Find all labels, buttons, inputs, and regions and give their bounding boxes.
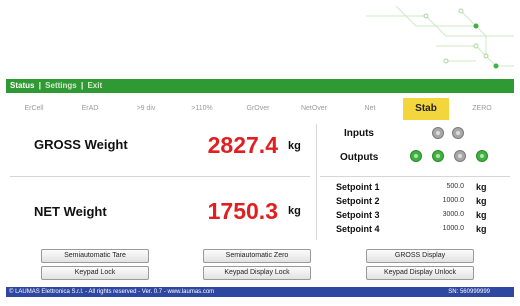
indicator-stab: Stab	[403, 98, 449, 120]
footer-copyright: © LAUMAS Elettronica S.r.l. - All rights…	[9, 289, 215, 295]
input-led-2	[452, 127, 464, 139]
footer-bar: © LAUMAS Elettronica S.r.l. - All rights…	[6, 287, 514, 297]
nav-exit-link[interactable]: Exit	[87, 81, 102, 90]
net-weight-value: 1750.3	[207, 198, 278, 224]
panel-divider	[320, 176, 510, 177]
net-weight-unit: kg	[288, 205, 301, 217]
output-led-2	[432, 150, 444, 162]
inputs-label: Inputs	[344, 128, 374, 139]
nav-separator: |	[80, 81, 84, 90]
indicator-ercell: ErCell	[24, 105, 44, 112]
gross-weight-value: 2827.4	[207, 132, 278, 158]
semiautomatic-tare-button[interactable]: Semiautomatic Tare	[41, 249, 149, 263]
indicator-grover: GrOver	[246, 105, 270, 112]
setpoint-name: Setpoint 4	[336, 224, 380, 234]
panel-divider	[10, 176, 310, 177]
main-panel: GROSS Weight 2827.4 kg NET Weight 1750.3…	[6, 124, 514, 242]
gross-display-button[interactable]: GROSS Display	[366, 249, 474, 263]
setpoint-unit: kg	[476, 196, 487, 206]
output-led-3	[454, 150, 466, 162]
setpoint-unit: kg	[476, 224, 487, 234]
indicator-zero: ZERO	[472, 105, 492, 112]
indicator-110pct: >110%	[191, 105, 213, 112]
setpoint-value: 500.0	[446, 183, 464, 190]
setpoint-value: 1000.0	[442, 197, 464, 204]
panel-divider	[316, 124, 317, 240]
indicator-erad: ErAD	[81, 105, 99, 112]
setpoint-row-2: Setpoint 2 1000.0 kg	[336, 196, 506, 209]
setpoint-name: Setpoint 3	[336, 210, 380, 220]
footer-serial-number: SN: 560999999	[448, 289, 490, 295]
status-indicator-row: ErCell ErAD >9 div >110% GrOver NetOver …	[6, 98, 514, 120]
indicator-netover: NetOver	[300, 105, 328, 112]
outputs-label: Outputs	[340, 152, 379, 163]
indicator-net: Net	[364, 105, 376, 112]
circuit-decoration	[366, 6, 514, 69]
nav-settings-link[interactable]: Settings	[45, 81, 77, 90]
setpoint-row-3: Setpoint 3 3000.0 kg	[336, 210, 506, 223]
header-banner	[6, 6, 514, 78]
output-led-1	[410, 150, 422, 162]
setpoint-name: Setpoint 1	[336, 182, 380, 192]
gross-weight-label: GROSS Weight	[34, 137, 128, 152]
setpoint-value: 3000.0	[442, 211, 464, 218]
semiautomatic-zero-button[interactable]: Semiautomatic Zero	[203, 249, 311, 263]
output-led-4	[476, 150, 488, 162]
setpoint-row-1: Setpoint 1 500.0 kg	[336, 182, 506, 195]
app-window: Status | Settings | Exit ErCell ErAD >9 …	[0, 0, 520, 306]
nav-bar: Status | Settings | Exit	[6, 79, 514, 93]
setpoint-value: 1000.0	[442, 225, 464, 232]
setpoint-unit: kg	[476, 210, 487, 220]
setpoint-row-4: Setpoint 4 1000.0 kg	[336, 224, 506, 237]
indicator-9div: >9 div	[136, 105, 156, 112]
keypad-display-unlock-button[interactable]: Keypad Display Unlock	[366, 266, 474, 280]
nav-status-link[interactable]: Status	[10, 81, 34, 90]
setpoint-unit: kg	[476, 182, 487, 192]
gross-weight-unit: kg	[288, 140, 301, 152]
setpoint-name: Setpoint 2	[336, 196, 380, 206]
nav-separator: |	[38, 81, 41, 90]
keypad-lock-button[interactable]: Keypad Lock	[41, 266, 149, 280]
net-weight-label: NET Weight	[34, 204, 107, 219]
input-led-1	[432, 127, 444, 139]
keypad-display-lock-button[interactable]: Keypad Display Lock	[203, 266, 311, 280]
